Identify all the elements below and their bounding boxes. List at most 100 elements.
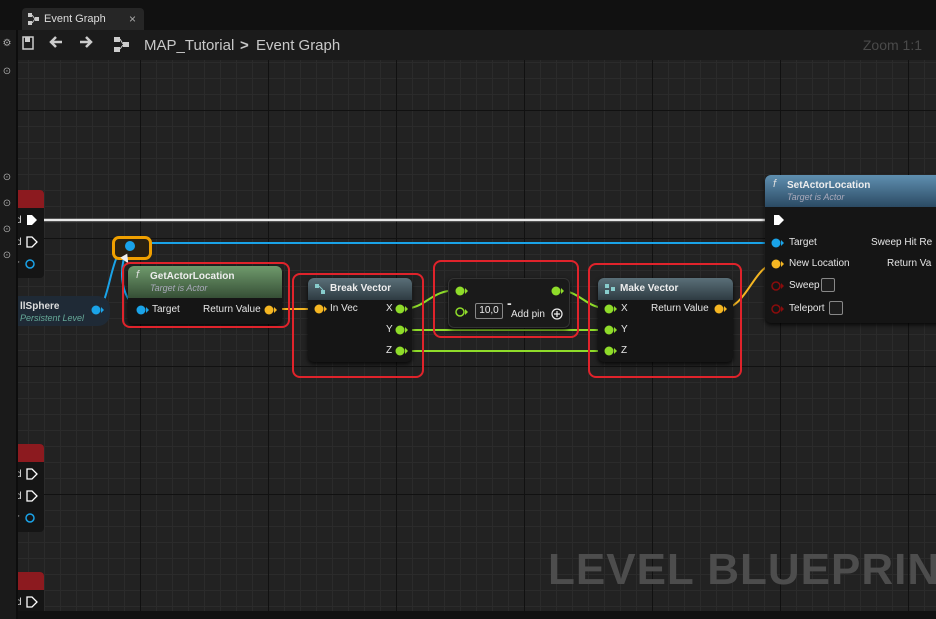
object-pin-icon[interactable] [24,512,38,524]
pin-label-target: Target [152,304,180,315]
gear-icon[interactable]: ⚙ [1,38,13,50]
pin-label: d [18,491,22,502]
forward-arrow-icon[interactable] [78,34,94,53]
add-pin-label[interactable]: Add pin [511,309,545,320]
node-title: Make Vector [620,283,679,294]
object-pin-icon[interactable] [771,237,785,249]
pin-label-x: X [621,303,628,314]
float-pin-icon[interactable] [604,324,618,336]
breadcrumb-current[interactable]: Event Graph [256,37,340,54]
node-title: GetActorLocation [150,271,235,282]
pin-label-new-location: New Location [789,258,850,269]
pin-label-y: Y [621,324,628,335]
graph-canvas[interactable]: d d r llSphere Persistent Level d d r d … [18,60,936,611]
pin-label-sweep-hit: Sweep Hit Re [871,237,933,248]
left-event-node-3[interactable]: d [18,572,44,611]
tab-event-graph[interactable]: Event Graph × [22,8,144,30]
tab-bar: Event Graph × [0,8,936,30]
graph-toolbar: MAP_Tutorial > Event Graph Zoom 1:1 [18,30,936,60]
save-icon[interactable] [22,36,34,53]
exec-pin-icon[interactable] [26,468,38,480]
float-pin-icon[interactable] [604,345,618,357]
float-pin-icon[interactable] [455,285,469,297]
teleport-checkbox[interactable] [829,301,843,315]
graph-icon [114,37,130,55]
vector-pin-icon[interactable] [264,304,278,316]
object-pin-icon[interactable] [125,241,135,251]
make-vector-node[interactable]: Make Vector X Return Value Y Z [598,278,733,362]
pin-label-target: Target [789,237,817,248]
circle-arrow-icon[interactable]: ⊙ [1,172,13,184]
pin-label: r [18,259,19,270]
node-header [18,444,44,462]
exec-pin-icon[interactable] [26,236,38,248]
node-title: Break Vector [330,283,392,294]
exec-pin-icon[interactable] [26,596,38,608]
function-icon: f [773,178,777,190]
wires-layer [30,218,779,352]
float-pin-icon[interactable] [604,303,618,315]
vector-pin-icon[interactable] [714,303,728,315]
pin-label-sweep: Sweep [789,280,820,291]
pin-label: d [18,215,22,226]
vector-pin-icon[interactable] [314,303,328,315]
node-subtitle: Target is Actor [150,283,208,293]
node-header [18,572,44,590]
pin-label-in-vec: In Vec [330,303,358,314]
circle-arrow-icon[interactable]: ⊙ [1,250,13,262]
pin-label-return-value: Return Value [651,303,709,314]
breadcrumb-separator: > [240,37,249,54]
pin-label-z: Z [621,345,628,356]
left-event-node-2[interactable]: d d r [18,444,44,532]
pin-label: d [18,469,22,480]
float-pin-icon[interactable] [395,345,409,357]
break-struct-icon [315,284,325,294]
exec-pin-icon[interactable] [773,214,785,226]
float-pin-icon[interactable] [455,306,469,318]
break-vector-node[interactable]: Break Vector In Vec X Y Z [308,278,412,362]
float-pin-icon[interactable] [551,285,565,297]
vector-pin-icon[interactable] [771,258,785,270]
circle-arrow-icon[interactable]: ⊙ [1,224,13,236]
pin-label: r [18,513,19,524]
sphere-reference-node[interactable]: llSphere Persistent Level [18,296,110,326]
node-header [18,190,44,208]
pin-label: d [18,237,22,248]
add-pin-icon[interactable] [551,308,563,320]
back-arrow-icon[interactable] [48,34,64,53]
tab-label: Event Graph [44,13,106,25]
breadcrumb-map[interactable]: MAP_Tutorial [144,37,234,54]
pin-label-teleport: Teleport [789,303,825,314]
node-subtitle: Target is Actor [787,192,845,202]
pin-label-return: Return Va [887,258,932,269]
node-title: SetActorLocation [787,180,871,191]
pin-label-y: Y [386,324,393,335]
bottom-panel-strip [18,611,936,619]
pin-label-return-value: Return Value [203,304,261,315]
get-actor-location-node[interactable]: f GetActorLocation Target is Actor Targe… [128,266,282,324]
level-blueprint-watermark: LEVEL BLUEPRINT [548,545,936,594]
value-input[interactable]: 10,0 [475,303,503,319]
object-pin-icon[interactable] [90,303,104,317]
float-pin-icon[interactable] [395,324,409,336]
node-subtitle: Persistent Level [20,313,85,323]
node-title: llSphere [20,301,60,312]
circle-arrow-icon[interactable]: ⊙ [1,66,13,78]
reroute-node[interactable] [112,236,152,260]
object-pin-icon[interactable] [136,304,150,316]
exec-pin-icon[interactable] [26,490,38,502]
close-icon[interactable]: × [129,12,136,26]
float-operator-node[interactable]: 10,0 - Add pin [448,278,570,328]
make-struct-icon [605,284,615,294]
bool-pin-icon[interactable] [771,303,785,315]
set-actor-location-node[interactable]: f SetActorLocation Target is Actor Targe… [765,175,936,323]
left-event-node-1[interactable]: d d r [18,190,44,278]
exec-pin-icon[interactable] [26,214,38,226]
sweep-checkbox[interactable] [821,278,835,292]
circle-arrow-icon[interactable]: ⊙ [1,198,13,210]
float-pin-icon[interactable] [395,303,409,315]
pin-label-z: Z [386,345,393,356]
zoom-indicator: Zoom 1:1 [862,37,922,53]
object-pin-icon[interactable] [24,258,38,270]
bool-pin-icon[interactable] [771,280,785,292]
